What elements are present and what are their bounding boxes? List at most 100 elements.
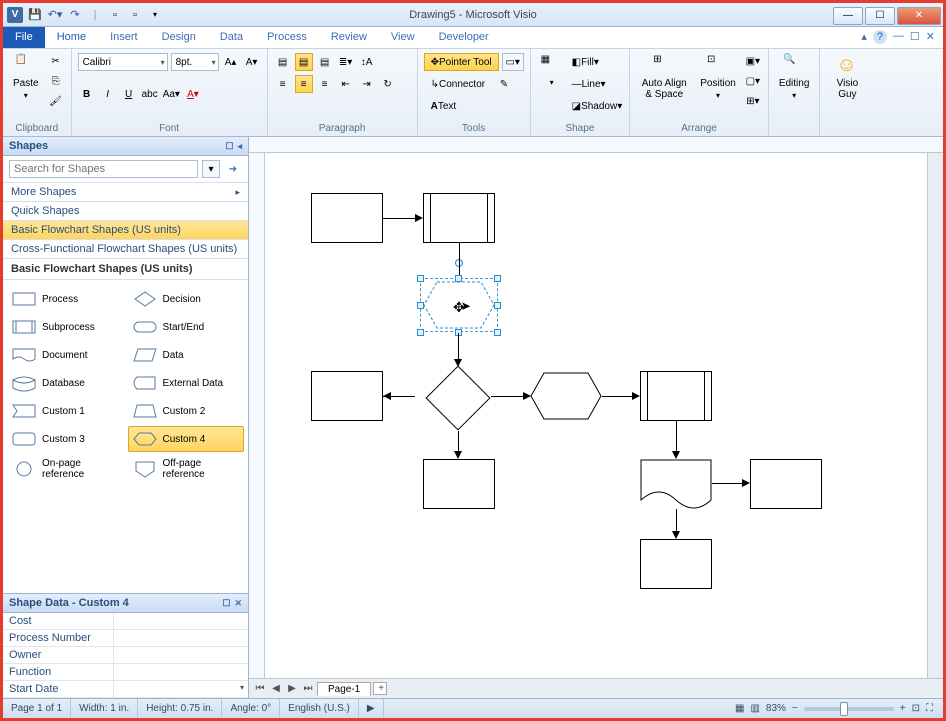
sd-startdate-value[interactable]: ▾ <box>113 681 248 697</box>
align-right-icon[interactable]: ≡ <box>316 75 334 93</box>
group-icon[interactable]: ⊞▾ <box>744 92 762 110</box>
bring-front-icon[interactable]: ▣▾ <box>744 52 762 70</box>
sel-handle-se[interactable] <box>494 329 501 336</box>
help-icon[interactable]: ? <box>873 30 887 44</box>
qat-ext1-icon[interactable]: ▫ <box>107 7 123 23</box>
save-icon[interactable]: 💾 <box>27 7 43 23</box>
shape-startend[interactable]: Start/End <box>128 314 245 340</box>
canvas-shape-subprocess[interactable] <box>423 193 495 243</box>
text-direction-icon[interactable]: ↕A <box>358 53 376 71</box>
cross-functional-stencil[interactable]: Cross-Functional Flowchart Shapes (US un… <box>3 240 248 259</box>
font-color-button[interactable]: A▾ <box>184 85 202 103</box>
shapedata-window-icon[interactable]: ☐ <box>222 598 230 609</box>
doc-close-icon[interactable]: ✕ <box>926 30 935 45</box>
sd-process-value[interactable] <box>113 630 248 646</box>
connector-7[interactable] <box>676 421 677 455</box>
case-button[interactable]: Aa▾ <box>162 85 181 103</box>
pointer-tool-button[interactable]: ✥ Pointer Tool <box>424 53 499 71</box>
sd-row-owner[interactable]: Owner <box>3 647 248 664</box>
shape-custom2[interactable]: Custom 2 <box>128 398 245 424</box>
shape-custom3[interactable]: Custom 3 <box>7 426 124 452</box>
page-next-icon[interactable]: ▶ <box>285 683 299 694</box>
zoom-out-icon[interactable]: − <box>792 703 798 714</box>
visio-guy-button[interactable]: ☺Visio Guy <box>826 52 868 132</box>
minimize-ribbon-icon[interactable]: ▴ <box>861 30 867 45</box>
tab-data[interactable]: Data <box>208 27 255 48</box>
connector-2[interactable] <box>459 243 460 275</box>
sd-owner-value[interactable] <box>113 647 248 663</box>
doc-restore-icon[interactable]: ☐ <box>910 30 920 45</box>
bullets-icon[interactable]: ≣▾ <box>337 53 355 71</box>
shape-data[interactable]: Data <box>128 342 245 368</box>
line-button[interactable]: — Line▾ <box>571 75 607 93</box>
shape-onpage[interactable]: On-page reference <box>7 454 124 484</box>
sel-handle-ne[interactable] <box>494 275 501 282</box>
indent-inc-icon[interactable]: ⇥ <box>358 75 376 93</box>
font-size-combo[interactable]: 8pt. <box>171 53 219 71</box>
canvas-shape-hex2[interactable] <box>530 372 602 420</box>
redo-icon[interactable]: ↷ <box>67 7 83 23</box>
canvas-shape-process-5[interactable] <box>640 539 712 589</box>
view-mode-2-icon[interactable]: ▥ <box>750 703 759 714</box>
scrollbar-vertical[interactable] <box>927 153 943 678</box>
send-back-icon[interactable]: ▢▾ <box>744 72 762 90</box>
align-top-left-icon[interactable]: ▤ <box>274 53 292 71</box>
zoom-slider[interactable] <box>804 707 894 711</box>
connector-1[interactable] <box>383 218 417 219</box>
sel-handle-n[interactable] <box>455 275 462 282</box>
sel-handle-nw[interactable] <box>417 275 424 282</box>
shape-decision[interactable]: Decision <box>128 286 245 312</box>
connector-3b[interactable] <box>491 396 527 397</box>
canvas-shape-document[interactable] <box>640 459 712 511</box>
canvas-shape-process-1[interactable] <box>311 193 383 243</box>
align-top-right-icon[interactable]: ▤ <box>316 53 334 71</box>
search-input[interactable] <box>9 160 198 178</box>
indent-dec-icon[interactable]: ⇤ <box>337 75 355 93</box>
tab-review[interactable]: Review <box>319 27 379 48</box>
freeform-tool-icon[interactable]: ✎ <box>495 75 513 93</box>
page-first-icon[interactable]: ⏮ <box>253 683 267 694</box>
shape-subprocess[interactable]: Subprocess <box>7 314 124 340</box>
tab-home[interactable]: Home <box>45 27 98 48</box>
sd-row-startdate[interactable]: Start Date▾ <box>3 681 248 698</box>
drawing-canvas[interactable]: ✥➤ <box>265 153 927 678</box>
format-painter-icon[interactable]: 🖌 <box>47 92 65 110</box>
connector-tool-button[interactable]: ↳ Connector <box>424 75 493 93</box>
underline-button[interactable]: U <box>120 85 138 103</box>
font-name-combo[interactable]: Calibri <box>78 53 168 71</box>
shape-offpage[interactable]: Off-page reference <box>128 454 245 484</box>
undo-icon[interactable]: ↶▾ <box>47 7 63 23</box>
search-dropdown-icon[interactable]: ▾ <box>202 160 220 178</box>
paste-button[interactable]: 📋 Paste ▾ <box>9 52 43 121</box>
status-lang[interactable]: English (U.S.) <box>280 699 359 718</box>
shape-process[interactable]: Process <box>7 286 124 312</box>
page-prev-icon[interactable]: ◀ <box>269 683 283 694</box>
auto-align-button[interactable]: ⊞Auto Align & Space <box>636 52 692 121</box>
strikethrough-button[interactable]: abc <box>141 85 159 103</box>
canvas-shape-process-4[interactable] <box>750 459 822 509</box>
shape-custom4[interactable]: Custom 4 <box>128 426 245 452</box>
page-tab-1[interactable]: Page-1 <box>317 682 371 696</box>
rectangle-tool-icon[interactable]: ▭▾ <box>502 53 524 71</box>
doc-min-icon[interactable]: — <box>893 30 904 45</box>
copy-icon[interactable]: ⎘ <box>47 72 65 90</box>
connector-8[interactable] <box>712 483 746 484</box>
align-top-center-icon[interactable]: ▤ <box>295 53 313 71</box>
shapedata-close-icon[interactable]: ✕ <box>234 598 242 609</box>
position-button[interactable]: ⊡Position▾ <box>696 52 740 121</box>
status-zoom-pct[interactable]: 83% <box>766 703 786 714</box>
bold-button[interactable]: B <box>78 85 96 103</box>
sel-handle-w[interactable] <box>417 302 424 309</box>
text-tool-button[interactable]: A Text <box>424 97 464 115</box>
canvas-shape-decision[interactable] <box>425 365 490 430</box>
close-button[interactable]: ✕ <box>897 7 941 25</box>
fill-button[interactable]: ◧ Fill▾ <box>571 53 600 71</box>
rotate-text-icon[interactable]: ↻ <box>379 75 397 93</box>
more-shapes-item[interactable]: More Shapes▸ <box>3 183 248 202</box>
tab-view[interactable]: View <box>379 27 427 48</box>
maximize-button[interactable]: ☐ <box>865 7 895 25</box>
shape-document[interactable]: Document <box>7 342 124 368</box>
sd-row-process[interactable]: Process Number <box>3 630 248 647</box>
canvas-shape-custom4-selected[interactable] <box>423 281 495 329</box>
tab-developer[interactable]: Developer <box>427 27 501 48</box>
